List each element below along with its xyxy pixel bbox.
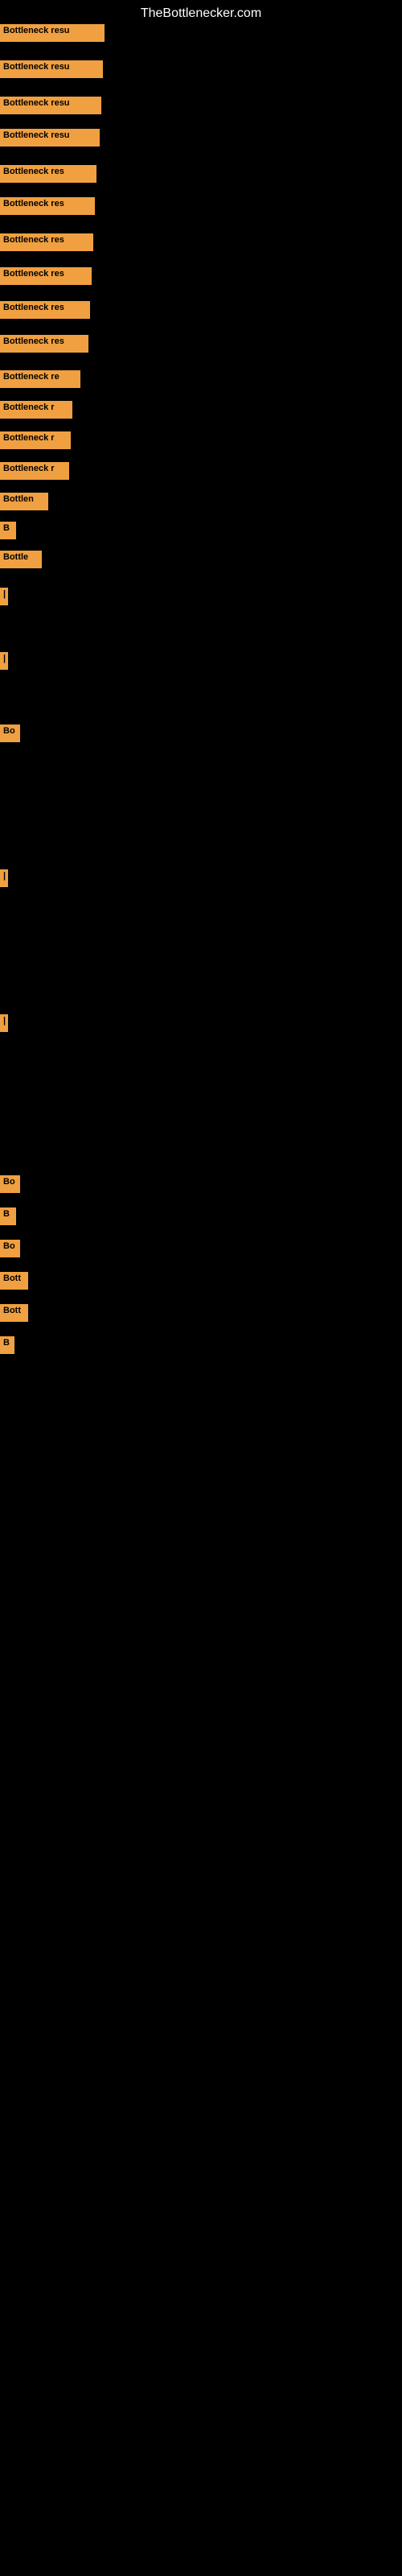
bottleneck-item: Bottleneck res	[0, 197, 95, 215]
bottleneck-item: |	[0, 869, 8, 887]
bottleneck-item: Bo	[0, 1240, 20, 1257]
bottleneck-item: Bottleneck r	[0, 401, 72, 419]
bottleneck-item: B	[0, 1208, 16, 1225]
bottleneck-item: Bottleneck resu	[0, 97, 101, 114]
bottleneck-item: Bottleneck r	[0, 431, 71, 449]
bottleneck-item: Bottleneck res	[0, 267, 92, 285]
bottleneck-item: Bo	[0, 1175, 20, 1193]
bottleneck-item: Bottleneck res	[0, 335, 88, 353]
bottleneck-item: Bottleneck resu	[0, 129, 100, 147]
site-title: TheBottlenecker.com	[0, 0, 402, 27]
bottleneck-item: Bottleneck res	[0, 301, 90, 319]
bottleneck-item: Bottleneck res	[0, 165, 96, 183]
bottleneck-item: Bottleneck r	[0, 462, 69, 480]
bottleneck-item: Bott	[0, 1304, 28, 1322]
bottleneck-item: Bottleneck resu	[0, 24, 105, 42]
bottleneck-item: B	[0, 522, 16, 539]
bottleneck-item: Bott	[0, 1272, 28, 1290]
bottleneck-item: Bottleneck re	[0, 370, 80, 388]
bottleneck-item: |	[0, 588, 8, 605]
bottleneck-item: Bo	[0, 724, 20, 742]
bottleneck-item: Bottleneck resu	[0, 60, 103, 78]
bottleneck-item: |	[0, 652, 8, 670]
bottleneck-item: Bottlen	[0, 493, 48, 510]
bottleneck-item: Bottle	[0, 551, 42, 568]
bottleneck-item: |	[0, 1014, 8, 1032]
bottleneck-item: B	[0, 1336, 14, 1354]
bottleneck-item: Bottleneck res	[0, 233, 93, 251]
